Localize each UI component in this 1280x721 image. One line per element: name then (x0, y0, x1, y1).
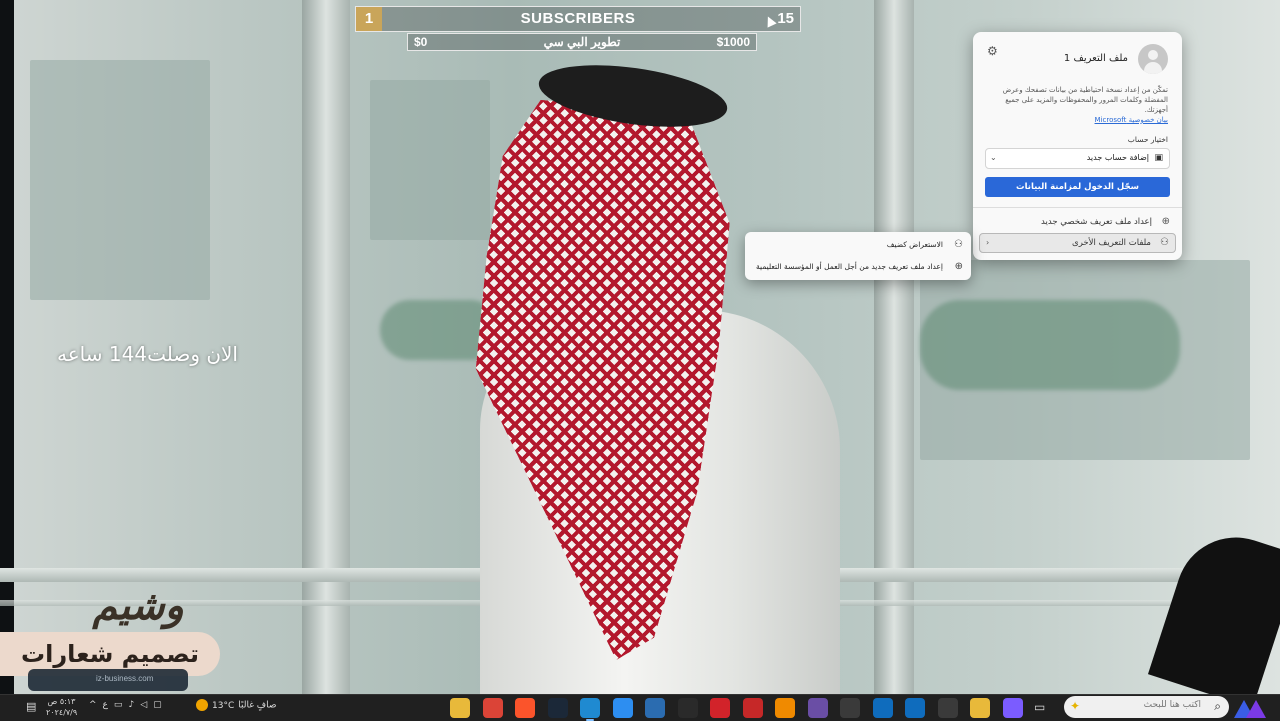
window-frame (0, 0, 14, 694)
donation-goal: $0 تطوير البي سي $1000 (407, 33, 757, 51)
taskbar-search[interactable]: ⌕ ✦ (1064, 696, 1229, 718)
chevron-down-icon: ⌄ (990, 153, 997, 162)
taskbar: ⌕ ✦ ▭ 13°Cصافٍ غالبًا ^ ع ▭ ♪ ◁ ▢ ٥:١٣ ص ٢٠٢٤… (0, 694, 1280, 721)
person-figure (440, 55, 900, 694)
profile-description: تمكّن من إعداد نسخة احتياطية من بيانات ت… (1002, 86, 1168, 114)
lamp-silhouette (1147, 521, 1280, 694)
ghost-bar: iz-business.com (28, 669, 188, 691)
other-profiles-submenu: ⚇ الاستعراض كضيف ⊕ إعداد ملف تعريف جديد … (745, 232, 971, 280)
clock-time: ٥:١٣ ص (47, 697, 76, 706)
notification-icon[interactable]: ▤ (26, 700, 36, 713)
weather-temp: 13°C (212, 700, 235, 711)
work-profile-item[interactable]: ⊕ إعداد ملف تعريف جديد من أجل العمل أو ا… (749, 257, 963, 277)
task-view-icon[interactable]: ▭ (1034, 700, 1045, 714)
mic-icon[interactable]: ♪ (128, 700, 134, 710)
clock[interactable]: ٥:١٣ ص ٢٠٢٤/٧/٩ (46, 696, 77, 718)
other-profiles-label: ملفات التعريف الأخرى (1072, 238, 1151, 248)
signin-sync-button[interactable]: سجّل الدخول لمزامنة البيانات (985, 177, 1170, 197)
start-logo-icon[interactable] (1232, 696, 1268, 720)
hours-overlay-text: الان وصلت144 ساعه (57, 342, 238, 366)
account-select[interactable]: ▣ إضافة حساب جديد ⌄ (985, 148, 1170, 169)
search-icon: ⌕ (1214, 699, 1221, 713)
weather-widget[interactable]: 13°C صافٍ غالبًا (196, 699, 276, 711)
ghost-text: iz-business.com (96, 674, 154, 683)
profile-name: ملف التعريف 1 (1063, 53, 1128, 64)
sun-icon (196, 699, 208, 711)
new-profile-label: إعداد ملف تعريف شخصي جديد (1041, 217, 1152, 227)
new-profile-item[interactable]: ⊕ إعداد ملف تعريف شخصي جديد (979, 212, 1176, 232)
volume-icon[interactable]: ◁ (140, 700, 147, 710)
obs-icon[interactable] (807, 698, 828, 718)
person-card-icon: ▣ (1154, 153, 1163, 163)
brave-icon[interactable] (515, 698, 535, 718)
capture-icon[interactable] (742, 698, 763, 718)
subscriber-count: 15 (777, 10, 794, 27)
file-explorer-icon[interactable] (450, 698, 470, 718)
gear-icon[interactable]: ⚙ (987, 44, 998, 58)
calculator-icon[interactable] (937, 698, 958, 718)
browse-as-guest-label: الاستعراض كضيف (886, 240, 943, 249)
privacy-link[interactable]: بيان خصوصية Microsoft (1095, 116, 1168, 124)
goal-max: $1000 (716, 35, 750, 49)
account-select-value: إضافة حساب جديد (1086, 153, 1149, 162)
monitor-icon[interactable]: ▢ (153, 700, 162, 710)
copilot-icon[interactable] (1002, 698, 1023, 718)
other-profiles-item[interactable]: ⚇ ملفات التعريف الأخرى ‹ (979, 233, 1176, 253)
profile-flyout: ملف التعريف 1 ⚙ تمكّن من إعداد نسخة احتي… (973, 32, 1182, 260)
browse-as-guest-item[interactable]: ⚇ الاستعراض كضيف (749, 235, 963, 255)
mail-icon[interactable] (872, 698, 893, 718)
window-mullion (302, 0, 350, 694)
epic-games-icon[interactable] (677, 698, 698, 718)
app-red-icon[interactable] (710, 698, 730, 718)
people-icon: ⚇ (1160, 237, 1169, 248)
weather-desc: صافٍ غالبًا (238, 700, 277, 711)
plus-circle-icon: ⊕ (1161, 216, 1170, 227)
system-tray: ^ ع ▭ ♪ ◁ ▢ (86, 700, 165, 710)
network-icon[interactable]: ▭ (114, 700, 123, 710)
subscriber-title: SUBSCRIBERS (520, 10, 636, 27)
avatar[interactable] (1138, 44, 1168, 74)
outlook-icon[interactable] (905, 698, 925, 718)
chevron-up-icon[interactable]: ^ (89, 700, 97, 710)
choose-account-label: اختيار حساب (1127, 135, 1168, 144)
guest-icon: ⚇ (954, 239, 963, 250)
app-blue-icon[interactable] (645, 698, 665, 718)
plus-circle-icon: ⊕ (954, 261, 963, 272)
steam-icon[interactable] (547, 698, 568, 718)
chevron-left-icon: ‹ (986, 238, 990, 247)
files-icon[interactable] (612, 698, 633, 718)
edge-icon[interactable] (580, 698, 600, 721)
goal-name: تطوير البي سي (543, 35, 621, 49)
divider (973, 207, 1182, 208)
brand-logo: وشيم (92, 582, 185, 629)
github-icon[interactable] (840, 698, 860, 718)
search-input[interactable] (1079, 699, 1203, 711)
chrome-icon[interactable] (482, 698, 503, 718)
subscriber-counter: 1 SUBSCRIBERS 15 (355, 6, 801, 32)
sparkle-icon[interactable]: ✦ (1070, 699, 1080, 713)
vlc-icon[interactable] (775, 698, 795, 718)
language-indicator[interactable]: ع (103, 700, 108, 710)
folder-icon[interactable] (970, 698, 990, 718)
work-profile-label: إعداد ملف تعريف جديد من أجل العمل أو الم… (756, 262, 943, 271)
clock-date: ٢٠٢٤/٧/٩ (46, 708, 78, 717)
